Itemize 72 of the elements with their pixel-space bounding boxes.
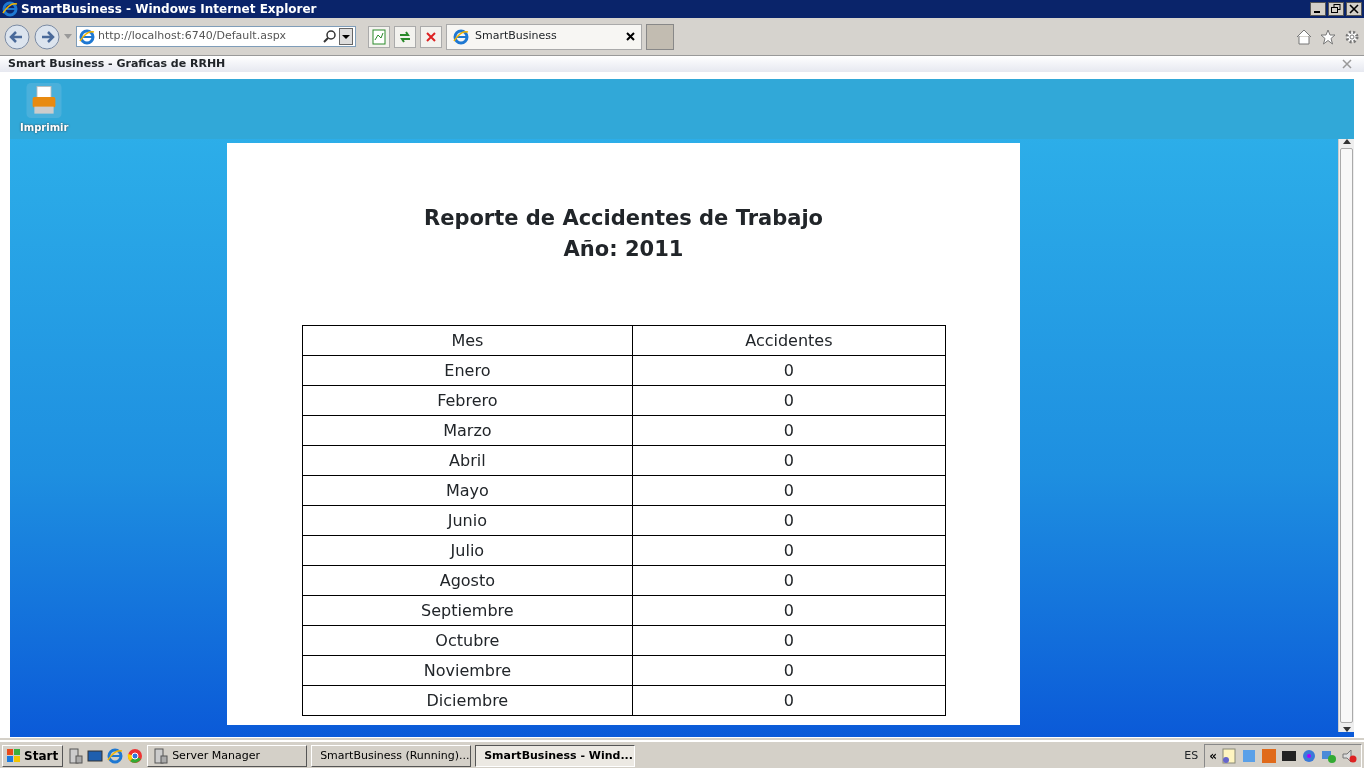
table-cell: Abril bbox=[302, 445, 633, 476]
dropdown-icon[interactable] bbox=[339, 28, 353, 45]
settings-icon[interactable] bbox=[1344, 28, 1360, 45]
scrollbar[interactable] bbox=[1338, 139, 1354, 732]
restore-icon[interactable] bbox=[1328, 2, 1344, 16]
home-icon[interactable] bbox=[1296, 28, 1312, 45]
taskbar-button[interactable]: SmartBusiness - Wind... bbox=[475, 745, 636, 767]
report-title: Año: 2011 bbox=[562, 236, 685, 263]
scroll-thumb[interactable] bbox=[1340, 148, 1353, 723]
table-cell: Febrero bbox=[302, 385, 633, 416]
forward-icon[interactable] bbox=[34, 23, 60, 50]
star-icon[interactable] bbox=[1320, 28, 1336, 45]
desktop-icon[interactable] bbox=[87, 748, 104, 764]
table-cell: Septiembre bbox=[302, 595, 633, 626]
table-cell: 0 bbox=[632, 355, 945, 386]
stop-button[interactable] bbox=[420, 25, 442, 48]
column-header: Mes bbox=[302, 325, 633, 356]
browser-tab[interactable]: SmartBusiness bbox=[446, 23, 642, 50]
windows-logo-icon bbox=[7, 749, 21, 763]
server-icon bbox=[152, 748, 169, 764]
table-cell: 0 bbox=[632, 535, 945, 566]
chrome-icon[interactable] bbox=[127, 748, 144, 764]
tray-icon[interactable] bbox=[1281, 748, 1297, 764]
search-icon bbox=[323, 30, 336, 43]
language-indicator[interactable]: ES bbox=[1184, 747, 1199, 765]
table-cell: 0 bbox=[632, 475, 945, 506]
scroll-down-icon[interactable] bbox=[1342, 727, 1351, 732]
browser-logo-icon bbox=[453, 28, 469, 45]
close-icon[interactable] bbox=[626, 32, 635, 41]
table-cell: Diciembre bbox=[302, 685, 633, 716]
table-cell: Mayo bbox=[302, 475, 633, 506]
taskbar-button[interactable]: Server Manager bbox=[147, 745, 308, 767]
printer-icon bbox=[24, 83, 65, 118]
table-cell: Julio bbox=[302, 535, 633, 566]
taskbar-button[interactable]: SmartBusiness (Running)... bbox=[311, 745, 472, 767]
compatibility-button[interactable] bbox=[368, 25, 390, 48]
table-cell: 0 bbox=[632, 565, 945, 596]
close-icon[interactable] bbox=[1346, 2, 1362, 16]
report-title: Reporte de Accidentes de Trabajo bbox=[424, 205, 823, 232]
table-cell: 0 bbox=[632, 685, 945, 716]
table-cell: Junio bbox=[302, 505, 633, 536]
tab-label: SmartBusiness bbox=[475, 28, 558, 45]
start-button[interactable]: Start bbox=[2, 745, 64, 767]
window-title: SmartBusiness - Windows Internet Explorer bbox=[21, 1, 317, 18]
dialog-title: Smart Business - Graficas de RRHH bbox=[8, 55, 226, 72]
page-icon bbox=[372, 28, 386, 45]
minimize-icon[interactable] bbox=[1310, 2, 1326, 16]
table-cell: 0 bbox=[632, 385, 945, 416]
table-cell: Noviembre bbox=[302, 655, 633, 686]
browser-logo-icon[interactable] bbox=[107, 748, 124, 764]
table-cell: 0 bbox=[632, 625, 945, 656]
table-cell: 0 bbox=[632, 445, 945, 476]
tray-expand-button[interactable]: « bbox=[1209, 747, 1217, 765]
server-icon[interactable] bbox=[67, 748, 84, 764]
address-bar[interactable]: http://localhost:6740/Default.aspx bbox=[76, 26, 356, 47]
browser-logo-icon bbox=[2, 1, 18, 17]
browser-logo-icon bbox=[79, 28, 95, 45]
column-header: Accidentes bbox=[632, 325, 945, 356]
table-cell: 0 bbox=[632, 505, 945, 536]
back-icon[interactable] bbox=[4, 23, 30, 50]
stop-icon bbox=[425, 30, 437, 43]
table-cell: 0 bbox=[632, 415, 945, 446]
table-cell: 0 bbox=[632, 595, 945, 626]
refresh-icon bbox=[398, 29, 412, 44]
table-cell: Agosto bbox=[302, 565, 633, 596]
address-text: http://localhost:6740/Default.aspx bbox=[98, 28, 288, 45]
table-cell: 0 bbox=[632, 655, 945, 686]
new-tab-button[interactable] bbox=[646, 23, 674, 50]
table-cell: Marzo bbox=[302, 415, 633, 446]
table-cell: Enero bbox=[302, 355, 633, 386]
table-cell: Octubre bbox=[302, 625, 633, 656]
refresh-button[interactable] bbox=[394, 25, 416, 48]
